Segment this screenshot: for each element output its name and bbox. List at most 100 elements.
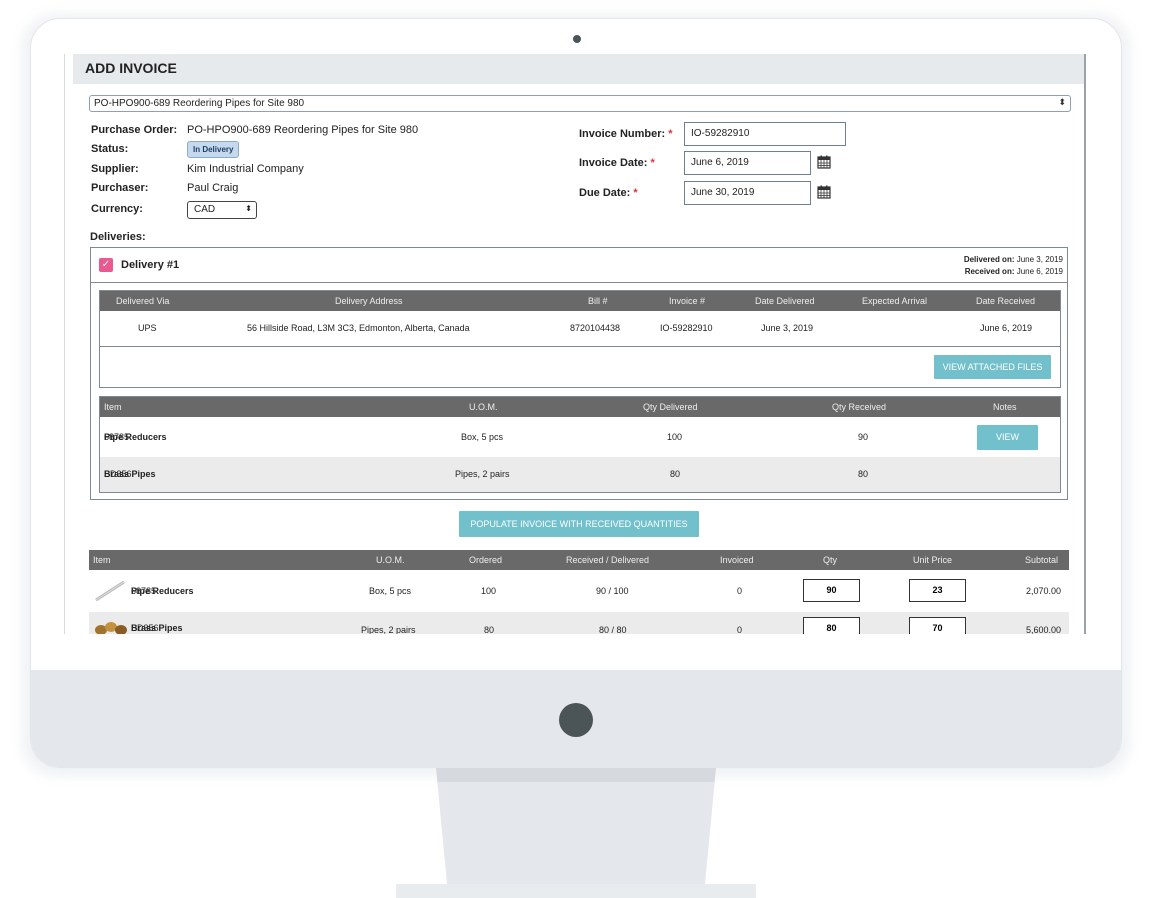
column-header: Delivery Address bbox=[335, 296, 403, 306]
status-label: Status: bbox=[91, 143, 129, 155]
column-header: Item bbox=[104, 402, 122, 412]
page-title: ADD INVOICE bbox=[85, 60, 177, 76]
item-cell: SD356 Brass Pipes bbox=[131, 623, 183, 633]
column-header: U.O.M. bbox=[469, 402, 498, 412]
supplier-label: Supplier: bbox=[91, 163, 139, 175]
purchase-order-select-value: PO-HPO900-689 Reordering Pipes for Site … bbox=[94, 98, 305, 109]
monitor-base bbox=[396, 884, 756, 898]
column-header: Received / Delivered bbox=[566, 555, 650, 565]
table-cell: 5,600.00 bbox=[1026, 625, 1062, 634]
table-row: 68785 Pipe Reducers Box, 5 pcs 100 90 / … bbox=[89, 570, 1069, 612]
table-row: SD356 Brass Pipes Pipes, 2 pairs 80 80 /… bbox=[89, 612, 1069, 634]
table-cell: June 3, 2019 bbox=[761, 323, 814, 333]
monitor-stand-shade bbox=[436, 768, 716, 782]
item-cell: SD356 Brass Pipes bbox=[104, 469, 156, 479]
table-cell: 2,070.00 bbox=[1026, 586, 1062, 596]
table-header: Delivered Via Delivery Address Bill # In… bbox=[100, 291, 1060, 311]
table-cell: June 6, 2019 bbox=[980, 323, 1033, 333]
column-header: Invoiced bbox=[720, 555, 754, 565]
column-header: Expected Arrival bbox=[862, 296, 928, 306]
table-row: UPS 56 Hillside Road, L3M 3C3, Edmonton,… bbox=[100, 311, 1060, 347]
column-header: Bill # bbox=[588, 296, 608, 306]
table-cell: 0 bbox=[737, 586, 743, 596]
calendar-icon[interactable] bbox=[817, 155, 831, 169]
item-cell: 68785 Pipe Reducers bbox=[131, 586, 194, 596]
purchaser-value: Paul Craig bbox=[187, 182, 239, 194]
column-header: Subtotal bbox=[1025, 555, 1059, 565]
table-cell: 0 bbox=[737, 625, 743, 634]
table-cell: 100 bbox=[667, 432, 683, 442]
table-row: SD356 Brass Pipes Pipes, 2 pairs 80 80 bbox=[100, 457, 1060, 492]
monitor-logo-dot bbox=[559, 703, 593, 737]
column-header: Qty Delivered bbox=[643, 402, 698, 412]
invoice-number-label: Invoice Number: * bbox=[579, 128, 673, 140]
delivered-on-value: June 3, 2019 bbox=[1016, 255, 1063, 264]
monitor-stand bbox=[436, 768, 716, 886]
due-date-label: Due Date: * bbox=[579, 187, 638, 199]
delivery-checkbox[interactable]: ✓ bbox=[99, 258, 113, 272]
unit-price-input[interactable]: 23 bbox=[909, 579, 966, 602]
invoice-items-table: Item U.O.M. Ordered Received / Delivered… bbox=[89, 550, 1069, 634]
table-cell: Pipes, 2 pairs bbox=[361, 625, 416, 634]
delivery-dates: Delivered on: June 3, 2019 Received on: … bbox=[964, 254, 1063, 278]
invoice-date-input[interactable]: June 6, 2019 bbox=[684, 151, 811, 175]
column-header: Ordered bbox=[469, 555, 503, 565]
purchase-order-select[interactable]: PO-HPO900-689 Reordering Pipes for Site … bbox=[89, 95, 1071, 112]
table-cell: 80 bbox=[670, 469, 681, 479]
table-cell: IO-59282910 bbox=[660, 323, 713, 333]
delivery-card-header: ✓ Delivery #1 Delivered on: June 3, 2019… bbox=[91, 248, 1067, 283]
populate-invoice-button[interactable]: POPULATE INVOICE WITH RECEIVED QUANTITIE… bbox=[459, 511, 699, 537]
table-cell: 90 bbox=[858, 432, 869, 442]
purchase-order-label: Purchase Order: bbox=[91, 124, 178, 136]
supplier-value: Kim Industrial Company bbox=[187, 163, 304, 175]
currency-select-value: CAD bbox=[194, 204, 216, 215]
qty-input[interactable]: 80 bbox=[803, 617, 860, 634]
calendar-icon[interactable] bbox=[817, 185, 831, 199]
currency-label: Currency: bbox=[91, 203, 143, 215]
qty-input[interactable]: 90 bbox=[803, 579, 860, 602]
invoice-date-label: Invoice Date: * bbox=[579, 157, 655, 169]
brass-pipes-thumbnail bbox=[95, 622, 127, 634]
purchase-order-value: PO-HPO900-689 Reordering Pipes for Site … bbox=[187, 124, 419, 136]
column-header: Qty Received bbox=[832, 402, 887, 412]
currency-select[interactable]: CAD ⬍ bbox=[187, 201, 257, 219]
table-cell: Pipes, 2 pairs bbox=[455, 469, 510, 479]
column-header: Date Delivered bbox=[755, 296, 815, 306]
delivery-title: Delivery #1 bbox=[121, 259, 180, 271]
pipe-reducer-thumbnail bbox=[95, 580, 125, 602]
column-header: Unit Price bbox=[913, 555, 953, 565]
column-header: Invoice # bbox=[669, 296, 706, 306]
column-header: Date Received bbox=[976, 296, 1036, 306]
column-header: Delivered Via bbox=[116, 296, 170, 306]
table-header: Item U.O.M. Ordered Received / Delivered… bbox=[89, 550, 1069, 570]
table-cell: 80 bbox=[858, 469, 869, 479]
page-header: ADD INVOICE bbox=[73, 54, 1084, 84]
delivery-items-table: Item U.O.M. Qty Delivered Qty Received N… bbox=[99, 396, 1061, 493]
invoice-number-input[interactable]: IO-59282910 bbox=[684, 122, 846, 146]
column-header: Notes bbox=[993, 402, 1017, 412]
select-arrows-icon: ⬍ bbox=[1058, 97, 1066, 107]
delivery-details-table: Delivered Via Delivery Address Bill # In… bbox=[99, 290, 1061, 388]
purchaser-label: Purchaser: bbox=[91, 182, 149, 194]
column-header: U.O.M. bbox=[376, 555, 405, 565]
table-cell: UPS bbox=[138, 323, 157, 333]
received-on-value: June 6, 2019 bbox=[1016, 267, 1063, 276]
purchase-order-info: Purchase Order: PO-HPO900-689 Reordering… bbox=[91, 124, 511, 224]
status-badge: In Delivery bbox=[187, 141, 240, 158]
view-notes-button[interactable]: VIEW bbox=[977, 425, 1038, 450]
delivered-on-label: Delivered on: bbox=[963, 255, 1015, 264]
column-header: Item bbox=[93, 555, 111, 565]
delivery-card: ✓ Delivery #1 Delivered on: June 3, 2019… bbox=[90, 247, 1068, 500]
table-cell: 100 bbox=[481, 586, 497, 596]
due-date-input[interactable]: June 30, 2019 bbox=[684, 181, 811, 205]
unit-price-input[interactable]: 70 bbox=[909, 617, 966, 634]
table-cell: 90 / 100 bbox=[596, 586, 629, 596]
table-cell: 80 bbox=[484, 625, 495, 634]
table-header: Item U.O.M. Qty Delivered Qty Received N… bbox=[100, 397, 1060, 417]
table-cell: Box, 5 pcs bbox=[461, 432, 504, 442]
select-arrows-icon: ⬍ bbox=[245, 204, 252, 213]
app-screen: ADD INVOICE PO-HPO900-689 Reordering Pip… bbox=[64, 54, 1086, 634]
view-attached-files-button[interactable]: VIEW ATTACHED FILES bbox=[934, 355, 1051, 379]
table-cell: Box, 5 pcs bbox=[369, 586, 412, 596]
table-row: 68785 Pipe Reducers Box, 5 pcs 100 90 VI… bbox=[100, 417, 1060, 457]
